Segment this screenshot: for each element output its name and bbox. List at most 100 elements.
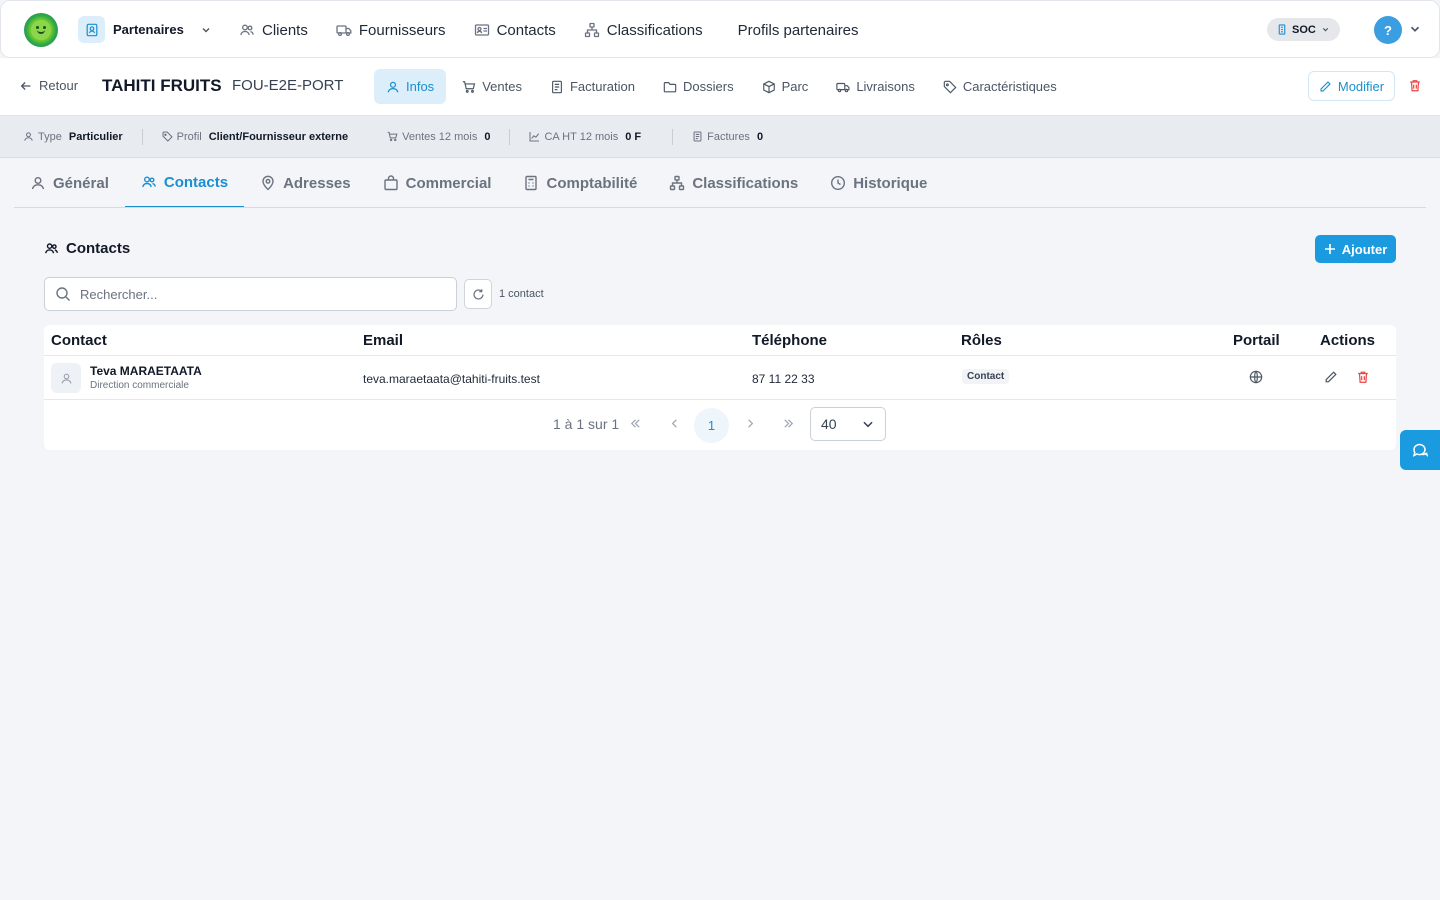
tab-facturation[interactable]: Facturation [538,69,647,104]
result-count: 1 contact [499,288,544,300]
col-telephone[interactable]: Téléphone [752,332,827,349]
chat-button[interactable] [1400,430,1440,470]
role-badge: Contact [962,369,1010,384]
search-icon [56,287,70,301]
back-button[interactable]: Retour [19,78,78,93]
stat-ventes-label: Ventes 12 mois [402,130,478,143]
company-label: SOC [1292,23,1316,36]
contact-role: Direction commerciale [90,380,189,391]
users-icon [240,24,254,36]
contact-email: teva.maraetaata@tahiti-fruits.test [363,372,540,386]
col-portail[interactable]: Portail [1233,332,1280,349]
edit-icon[interactable] [1324,370,1338,384]
search-field[interactable] [44,277,457,311]
section-title-label: Contacts [66,240,131,257]
tab-historique[interactable]: Historique [814,158,943,208]
nav-classifications[interactable]: Classifications [584,22,703,39]
tab-dossiers[interactable]: Dossiers [651,69,746,104]
truck-icon [336,25,352,37]
company-selector[interactable]: SOC [1267,18,1340,41]
hierarchy-icon [670,175,685,191]
stat-type-label: Type [38,130,62,143]
tab-parc-label: Parc [781,79,809,94]
tag-icon [162,131,173,142]
tab-contacts-label: Contacts [163,173,229,191]
nav-profils-label: Profils partenaires [737,21,859,39]
chevron-down-icon [863,421,873,428]
col-email[interactable]: Email [363,332,403,349]
stat-ventes-value: 0 [484,130,491,143]
nav-clients[interactable]: Clients [239,22,308,39]
first-page-icon[interactable] [629,417,642,430]
prev-page-icon[interactable] [668,417,681,430]
nav-contacts-label: Contacts [496,21,556,39]
app-logo[interactable] [24,13,58,47]
tab-livraisons[interactable]: Livraisons [824,69,927,104]
tab-ventes[interactable]: Ventes [450,69,534,104]
table-header: Contact Email Téléphone Rôles Portail Ac… [44,325,1396,356]
modify-button[interactable]: Modifier [1308,71,1395,101]
partner-header: Retour TAHITI FRUITS FOU-E2E-PORT Infos … [0,58,1440,116]
nav-profils-partenaires[interactable]: Profils partenaires [738,22,859,39]
chevron-down-icon [1322,27,1329,32]
modify-label: Modifier [1337,78,1385,94]
tag-icon [943,80,957,93]
top-nav: Clients Fournisseurs Contacts Classifica… [239,1,887,59]
globe-icon[interactable] [1249,370,1263,384]
contact-card-icon [474,24,489,36]
col-contact[interactable]: Contact [51,332,107,349]
tab-caracteristiques[interactable]: Caractéristiques [931,69,1069,104]
chevron-down-icon[interactable] [1408,22,1422,36]
module-switcher[interactable]: Partenaires [78,16,212,43]
chart-line-icon [529,132,540,142]
nav-classifications-label: Classifications [606,21,703,39]
avatar [51,363,81,393]
col-actions: Actions [1320,332,1376,349]
tab-contacts[interactable]: Contacts [124,158,245,208]
refresh-button[interactable] [464,279,492,309]
receipt-icon [552,80,562,93]
tab-ventes-label: Ventes [482,79,522,94]
current-page[interactable]: 1 [694,408,729,443]
add-contact-button[interactable]: Ajouter [1315,235,1396,263]
nav-fournisseurs[interactable]: Fournisseurs [336,22,446,39]
section-tabs: Général Contacts Adresses Commercial Com… [14,158,935,208]
search-input[interactable] [80,286,440,302]
nav-contacts[interactable]: Contacts [474,22,556,39]
stat-ca-label: CA HT 12 mois [544,130,619,143]
trash-icon[interactable] [1408,78,1422,93]
tabs-divider [14,207,1426,208]
last-page-icon[interactable] [782,417,795,430]
map-pin-icon [262,175,274,191]
tab-comptabilite[interactable]: Comptabilité [507,158,653,208]
chat-icon [1412,443,1428,457]
stat-type: Type Particulier [23,131,142,143]
users-icon [141,176,156,188]
next-page-icon[interactable] [744,417,757,430]
partner-code: FOU-E2E-PORT [232,77,344,94]
tab-caracteristiques-label: Caractéristiques [962,79,1057,94]
col-roles[interactable]: Rôles [961,332,1002,349]
stat-factures-label: Factures [707,130,750,143]
page-size-select[interactable]: 40 [810,407,886,441]
nav-clients-label: Clients [262,21,308,39]
tab-parc[interactable]: Parc [750,69,821,104]
tab-livraisons-label: Livraisons [856,79,915,94]
stat-profil-value: Client/Fournisseur externe [208,130,349,143]
tab-commercial[interactable]: Commercial [367,158,508,208]
section-title: Contacts [44,240,130,257]
tab-general[interactable]: Général [14,158,125,208]
tab-infos[interactable]: Infos [374,69,447,104]
refresh-icon [472,288,484,300]
nav-fournisseurs-label: Fournisseurs [358,21,446,39]
page-size-value: 40 [821,416,837,432]
tab-adresses[interactable]: Adresses [244,158,367,208]
trash-icon[interactable] [1356,370,1370,384]
table-row[interactable]: Teva MARAETAATA Direction commerciale te… [44,356,1396,400]
arrow-left-icon [20,81,31,90]
help-avatar[interactable]: ? [1374,16,1402,44]
cart-icon [387,131,398,142]
contact-phone: 87 11 22 33 [752,372,815,386]
cart-icon [463,80,476,93]
tab-classifications[interactable]: Classifications [653,158,814,208]
